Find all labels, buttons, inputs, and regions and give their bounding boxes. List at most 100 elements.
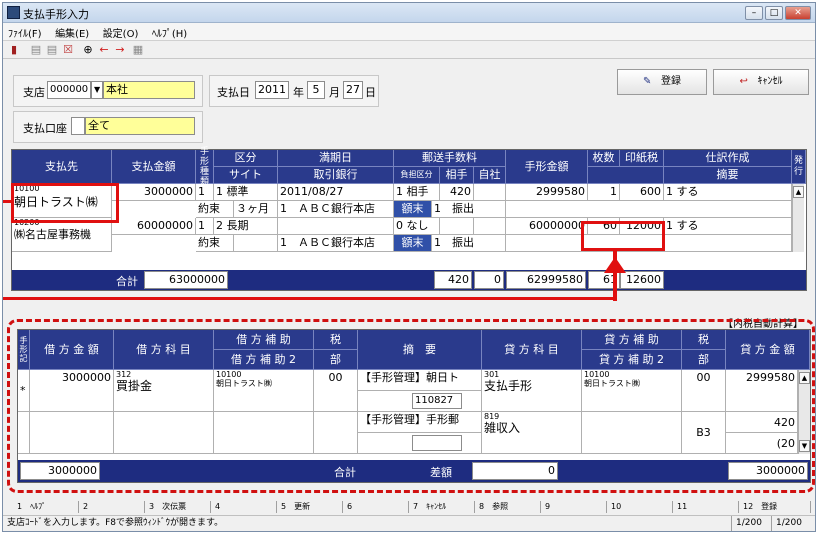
title-bar: 支払手形入力 – □ ✕ <box>3 3 815 23</box>
cancel-button[interactable]: ↩ ｷｬﾝｾﾙ <box>713 69 809 95</box>
scroll-up-icon[interactable]: ▲ <box>793 186 804 198</box>
zoom-icon[interactable]: ⊕ <box>81 43 95 56</box>
kubun-value: 1 標準 <box>214 184 278 201</box>
fkey-7[interactable]: 7 ｷｬﾝｾﾙ <box>409 501 475 513</box>
site-value <box>234 235 278 252</box>
copy-icon[interactable]: ▤ <box>45 43 59 56</box>
annotation-line <box>3 297 617 300</box>
fkey-1[interactable]: 1 ﾍﾙﾌﾟ <box>13 501 79 513</box>
day-field[interactable]: 27 <box>343 81 363 99</box>
fkey-11[interactable]: 11 <box>673 501 739 513</box>
register-label: 登録 <box>660 76 681 87</box>
fkey-5[interactable]: 5 更新 <box>277 501 343 513</box>
app-icon <box>7 6 20 19</box>
journal-value: 1 する <box>664 184 792 201</box>
koza-name-field: 全て <box>85 117 195 135</box>
cancel-label: ｷｬﾝｾﾙ <box>757 76 783 87</box>
kubun-value: 2 長期 <box>214 218 278 235</box>
site-value: ３ヶ月 <box>234 201 278 218</box>
fkey-9[interactable]: 9 <box>541 501 607 513</box>
year-field[interactable]: 2011 <box>255 81 289 99</box>
jisha-value <box>474 184 506 201</box>
fkey-12[interactable]: 12 登録 <box>739 501 811 513</box>
shiharaibi-label: 支払日 <box>217 86 250 99</box>
col-maisu: 枚数 <box>588 150 620 167</box>
total-tegata: 62999580 <box>506 271 586 289</box>
koza-code-field[interactable] <box>71 117 85 135</box>
shiten-code-field[interactable]: 000000 <box>47 81 91 99</box>
col-tegata-kingaku: 手形金額 <box>506 150 588 184</box>
fee-value: 420 <box>440 184 474 201</box>
total-stamp: 12600 <box>620 271 664 289</box>
col-inshi: 印紙税 <box>620 150 664 167</box>
col-aite: 相手 <box>440 167 474 184</box>
top-grid-scrollbar[interactable]: ▲ <box>792 184 804 252</box>
new-icon[interactable]: ▤ <box>29 43 43 56</box>
page-indicator-1: 1/200 <box>731 516 762 531</box>
menu-help[interactable]: ﾍﾙﾌﾟ(H) <box>147 23 192 42</box>
month-field[interactable]: 5 <box>307 81 325 99</box>
col-hakko: 発行 <box>792 150 806 184</box>
col-site: サイト <box>214 167 278 184</box>
window-title: 支払手形入力 <box>23 8 89 21</box>
close-button[interactable]: ✕ <box>785 6 811 20</box>
fkey-10[interactable]: 10 <box>607 501 673 513</box>
delete-icon[interactable]: ☒ <box>61 43 75 56</box>
fkey-8[interactable]: 8 参照 <box>475 501 541 513</box>
fkey-2[interactable]: 2 <box>79 501 145 513</box>
register-button[interactable]: ✎ 登録 <box>617 69 707 95</box>
highlight-payee-box <box>11 183 119 223</box>
menu-file[interactable]: ﾌｧｲﾙ(F) <box>3 23 47 42</box>
pay-amount: 3000000 <box>112 184 196 201</box>
month-unit: 月 <box>329 86 340 99</box>
fkey-3[interactable]: 3 次伝票 <box>145 501 211 513</box>
prev-arrow-icon[interactable]: ← <box>97 43 111 56</box>
col-yuso: 郵送手数料 <box>394 150 506 167</box>
menu-edit[interactable]: 編集(E) <box>50 23 94 42</box>
dropdown-arrow-icon[interactable]: ▼ <box>91 81 103 99</box>
yakuso-value: 約束 <box>196 235 234 252</box>
payee-name: ㈱名古屋事務機 <box>12 228 112 252</box>
toolbar: ▮ ▤ ▤ ☒ ⊕ ← → ▦ <box>3 41 815 59</box>
yakuso-value: 約束 <box>196 201 234 218</box>
shiten-label: 支店 <box>23 86 45 99</box>
getsumatsu-value: 額末 <box>394 235 432 252</box>
fkey-6[interactable]: 6 <box>343 501 409 513</box>
due-date <box>278 218 394 235</box>
total-fee: 420 <box>434 271 472 289</box>
row-blank <box>506 201 792 218</box>
next-arrow-icon[interactable]: → <box>113 43 127 56</box>
exit-icon[interactable]: ▮ <box>7 43 21 56</box>
maximize-button[interactable]: □ <box>765 6 783 20</box>
annotation-line <box>3 200 11 203</box>
fkey-4[interactable]: 4 <box>211 501 277 513</box>
arrow-up-icon <box>604 257 626 273</box>
tegata-amount: 60000000 <box>506 218 588 235</box>
total-jisha: 0 <box>474 271 504 289</box>
status-bar: 支店ｺｰﾄﾞを入力します。F8で参照ｳｨﾝﾄﾞｳが開きます。 1/200 1/2… <box>3 515 815 531</box>
col-shiharaisaki: 支払先 <box>12 150 112 184</box>
shukko-value: 1 振出 <box>432 235 506 252</box>
total-amount: 63000000 <box>144 271 228 289</box>
jisha-value <box>474 218 506 235</box>
payee-grid: 支払先 支払金額 手形種類 区分 サイト 満期日 取引銀行 郵送手数料 負担区分… <box>11 147 807 291</box>
highlight-stamp-box <box>581 221 665 251</box>
shukko-value: 1 振出 <box>432 201 506 218</box>
fee-kubun: 0 なし <box>394 218 440 235</box>
stamp-value: 600 <box>620 184 664 201</box>
calculator-icon[interactable]: ▦ <box>131 43 145 56</box>
col-shurui: 手形種類 <box>196 147 214 187</box>
col-torihiki: 取引銀行 <box>278 167 394 184</box>
due-date: 2011/08/27 <box>278 184 394 201</box>
col-shiwake: 仕訳作成 <box>664 150 792 167</box>
minimize-button[interactable]: – <box>745 6 763 20</box>
top-total-bar: 合計 63000000 420 0 62999580 61 12600 <box>12 270 806 290</box>
tegata-type: 1 <box>196 184 214 201</box>
fee-value <box>440 218 474 235</box>
day-unit: 日 <box>365 86 376 99</box>
count-value: 1 <box>588 184 620 201</box>
menu-settings[interactable]: 設定(O) <box>98 23 144 42</box>
year-unit: 年 <box>293 86 304 99</box>
col-kubun: 区分 <box>214 150 278 167</box>
col-futan: 負担区分 <box>394 167 440 184</box>
